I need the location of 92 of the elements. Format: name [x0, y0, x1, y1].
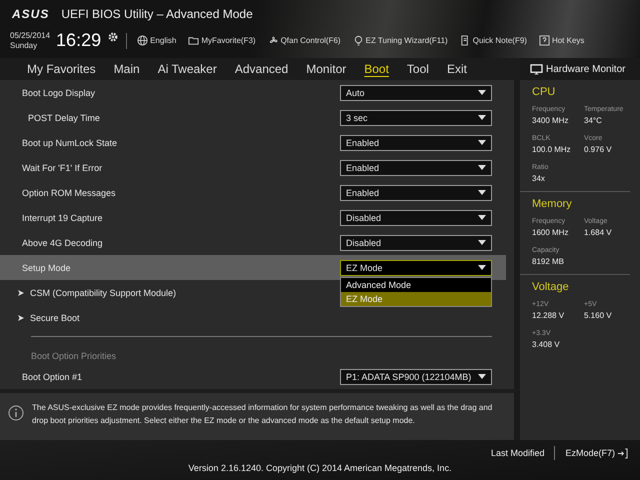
section-title: Memory: [532, 198, 573, 210]
setting-label: Setup Mode: [22, 262, 72, 272]
setting-label: POST Delay Time: [27, 112, 101, 122]
toolbar-button[interactable]: Qfan Control(F6): [264, 35, 344, 46]
last-modified-button[interactable]: Last Modified: [486, 448, 548, 458]
reading-value: 1600 MHz: [532, 228, 570, 237]
dropdown[interactable]: Enabled: [340, 160, 492, 176]
info-icon: [8, 405, 24, 421]
toolbar-button[interactable]: EZ Tuning Wizard(F11): [350, 35, 451, 46]
caret-icon: [478, 140, 486, 145]
asus-logo: ASUS: [12, 7, 50, 21]
panel-title: Hardware Monitor: [546, 64, 626, 74]
version-text: Version 2.16.1240. Copyright (C) 2014 American Megatrends, Inc.: [188, 463, 452, 473]
reading-value: 8192 MB: [532, 257, 566, 266]
setting-row[interactable]: Boot Logo Display Auto: [0, 80, 506, 105]
menu-tab[interactable]: Monitor: [297, 58, 356, 80]
help-text: The ASUS-exclusive EZ mode provides frequently-accessed information for system performance tweaking as well as the drag and drop boot priorities adjustment. Select either the EZ mode or the advanced mode as the default setup mode.: [32, 402, 494, 427]
lightbulb-icon: [352, 35, 364, 46]
setting-row[interactable]: Wait For 'F1' If Error Enabled: [0, 155, 506, 180]
day-text: Sunday: [10, 40, 38, 50]
caret-icon: [478, 265, 486, 270]
ez-mode-button[interactable]: EzMode(F7): [561, 448, 632, 458]
setting-label: Wait For 'F1' If Error: [22, 162, 104, 172]
reading-value: 0.976 V: [584, 145, 613, 154]
dropdown[interactable]: Enabled: [340, 134, 492, 150]
settings-icon[interactable]: [107, 31, 120, 43]
reading-value: 3.408 V: [532, 340, 561, 349]
caret-icon: [478, 165, 486, 170]
section-header: Boot Option Priorities: [31, 351, 116, 361]
setting-row[interactable]: Boot Option #1 P1: ADATA SP900 (122104MB): [0, 364, 506, 389]
reading-value: 34x: [532, 174, 546, 183]
toolbar-button[interactable]: English: [134, 35, 180, 46]
reading-value: 100.0 MHz: [532, 145, 572, 154]
setting-row[interactable]: POST Delay Time 3 sec: [0, 105, 506, 130]
caret-icon: [478, 90, 486, 95]
dropdown[interactable]: EZ Mode: [340, 260, 492, 276]
caret-icon: [478, 190, 486, 195]
setting-label: Above 4G Decoding: [22, 238, 104, 248]
dropdown-option[interactable]: EZ Mode: [341, 292, 491, 306]
submenu-row[interactable]: CSM (Compatibility Support Module): [0, 280, 184, 305]
dropdown[interactable]: Disabled: [340, 210, 492, 226]
section-title: Voltage: [532, 281, 570, 293]
submenu-row[interactable]: Secure Boot: [0, 305, 88, 330]
caret-icon: [478, 215, 486, 220]
menu-tab[interactable]: Exit: [438, 58, 476, 80]
fan-icon: [268, 35, 279, 46]
dropdown[interactable]: Enabled: [340, 184, 492, 200]
setting-label: Boot Option #1: [22, 372, 84, 382]
dropdown[interactable]: Disabled: [340, 234, 492, 250]
setting-row[interactable]: Option ROM Messages Enabled: [0, 180, 506, 205]
toolbar-button[interactable]: Quick Note(F9): [456, 35, 530, 46]
setting-label: Interrupt 19 Capture: [22, 212, 104, 222]
menu-tab[interactable]: My Favorites: [18, 58, 105, 80]
globe-icon: [137, 35, 148, 46]
section-title: CPU: [532, 86, 556, 98]
setting-row[interactable]: Above 4G Decoding Disabled: [0, 230, 506, 255]
menu-tab[interactable]: Advanced: [226, 58, 298, 80]
setting-row[interactable]: Boot up NumLock State Enabled: [0, 130, 506, 155]
reading-value: 12.288 V: [532, 311, 566, 320]
caret-icon: [478, 240, 486, 245]
note-icon: [460, 35, 471, 46]
date-text: 05/25/2014: [10, 30, 50, 40]
setting-label: Boot up NumLock State: [22, 138, 118, 148]
menu-tab[interactable]: Ai Tweaker: [148, 58, 226, 80]
dropdown-option[interactable]: Advanced Mode: [341, 278, 491, 292]
arrow-icon: [18, 314, 24, 320]
menu-tab[interactable]: Tool: [398, 58, 438, 80]
reading-value: 5.160 V: [584, 311, 613, 320]
menu-tab[interactable]: Boot: [355, 58, 398, 80]
setting-label: Option ROM Messages: [22, 188, 117, 198]
arrow-icon: [18, 290, 24, 296]
reading-value: 1.684 V: [584, 228, 613, 237]
setting-row[interactable]: Interrupt 19 Capture Disabled: [0, 205, 506, 230]
folder-icon: [188, 35, 200, 46]
caret-icon: [478, 115, 486, 120]
setting-label: Boot Logo Display: [22, 88, 96, 98]
submenu-label: Secure Boot: [30, 312, 80, 322]
dropdown[interactable]: 3 sec: [340, 110, 492, 126]
dropdown[interactable]: Auto: [340, 84, 492, 100]
clock-text: 16:29: [56, 30, 102, 51]
caret-icon: [478, 374, 486, 379]
submenu-label: CSM (Compatibility Support Module): [30, 288, 176, 298]
window-title: UEFI BIOS Utility – Advanced Mode: [61, 7, 253, 21]
toolbar-button[interactable]: MyFavorite(F3): [185, 35, 259, 46]
dropdown[interactable]: P1: ADATA SP900 (122104MB): [340, 368, 492, 384]
exit-icon: [617, 448, 628, 458]
question-icon: [538, 35, 550, 46]
reading-value: 3400 MHz: [532, 116, 570, 125]
menu-tab[interactable]: Main: [104, 58, 149, 80]
reading-value: 34°C: [584, 116, 603, 125]
toolbar-button[interactable]: Hot Keys: [536, 35, 588, 46]
monitor-icon: [530, 64, 543, 74]
